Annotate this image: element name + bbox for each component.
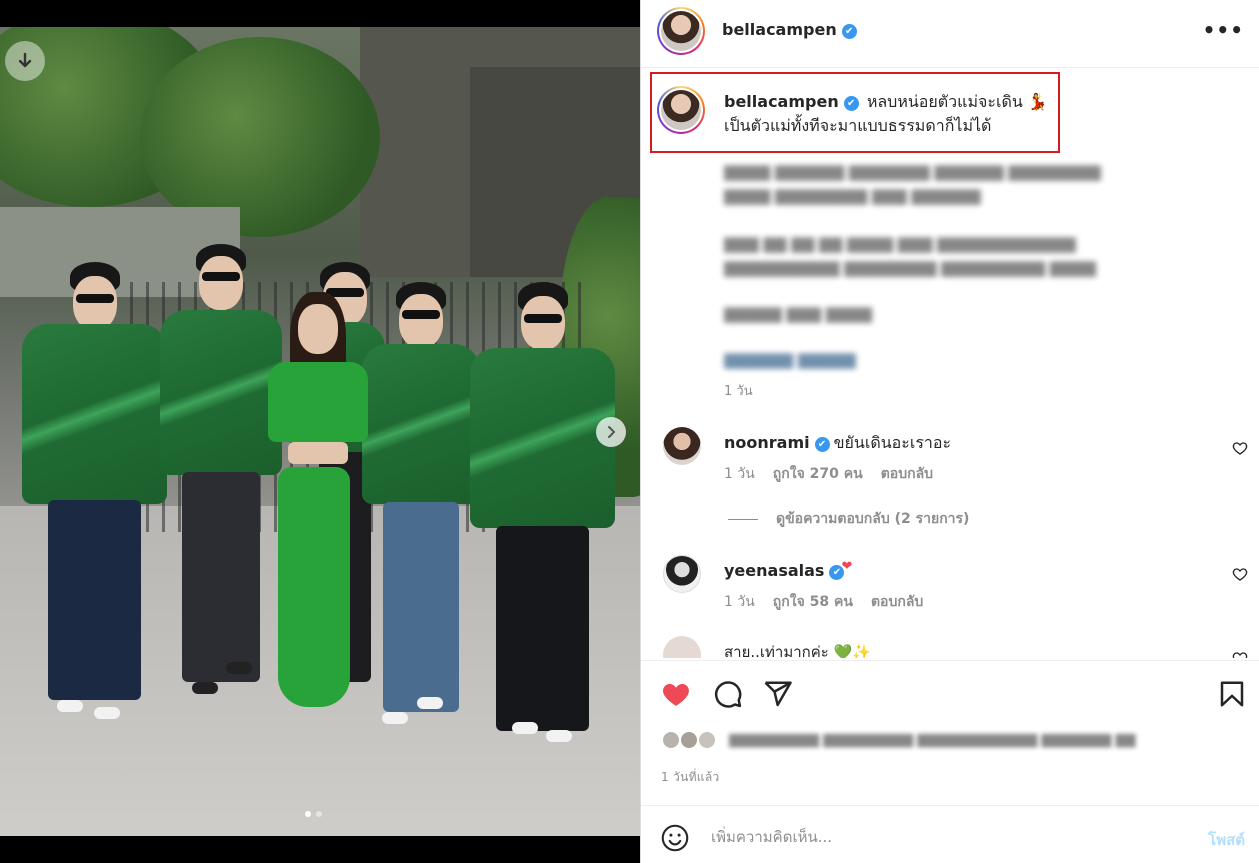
media-panel bbox=[0, 0, 640, 863]
caption-line-2: เป็นตัวแม่ทั้งทีจะมาแบบธรรมดาก็ไม่ได้ bbox=[724, 116, 992, 135]
caption-author-avatar[interactable] bbox=[657, 86, 705, 134]
post-photo[interactable] bbox=[0, 27, 640, 836]
comment-icon[interactable] bbox=[713, 679, 743, 709]
chevron-right-icon bbox=[608, 426, 615, 438]
liker-avatar bbox=[697, 730, 717, 750]
view-replies-label[interactable]: ดูข้อความตอบกลับ (2 รายการ) bbox=[776, 508, 969, 530]
caption-hashtags[interactable]: ▇▇▇▇▇▇ ▇▇▇▇▇ bbox=[724, 348, 924, 372]
emoji-icon[interactable] bbox=[661, 824, 689, 852]
liker-avatar bbox=[661, 730, 681, 750]
post-comment-button[interactable]: โพสต์ bbox=[1208, 828, 1245, 852]
comment-partial-text: สาย..เท่ามากค่ะ 💚✨ bbox=[724, 640, 871, 658]
comment-avatar[interactable] bbox=[663, 427, 701, 465]
comment-like-heart-icon[interactable] bbox=[1232, 440, 1248, 456]
carousel-dot-1 bbox=[305, 811, 311, 817]
caption-blurred-text-3: ▇▇▇▇▇ ▇▇▇ ▇▇▇▇ bbox=[724, 305, 872, 323]
caption-username[interactable]: bellacampen bbox=[724, 92, 839, 111]
comment-likes[interactable]: ถูกใจ 58 คน bbox=[773, 591, 853, 613]
comment-like-heart-icon[interactable] bbox=[1232, 566, 1248, 582]
caption-blurred-text: ▇▇▇▇ ▇▇▇▇▇▇ ▇▇▇▇▇▇▇ ▇▇▇▇▇▇ ▇▇▇▇▇▇▇▇ ▇▇▇▇ … bbox=[724, 163, 1101, 205]
caption-timestamp: 1 วัน bbox=[724, 384, 753, 399]
post-header: bellacampen ✔ ••• bbox=[641, 0, 1259, 68]
comment-reply-button[interactable]: ตอบกลับ bbox=[871, 591, 923, 613]
like-button-heart-icon[interactable] bbox=[661, 679, 691, 709]
caption-blurred-text-2: ▇▇▇ ▇▇ ▇▇ ▇▇ ▇▇▇▇ ▇▇▇ ▇▇▇▇▇▇▇▇▇▇▇▇ ▇▇▇▇▇▇… bbox=[724, 235, 1096, 277]
caption-verified-badge-icon: ✔ bbox=[843, 96, 859, 111]
comment-username-text[interactable]: noonrami bbox=[724, 433, 810, 452]
comment-meta: 1 วัน ถูกใจ 270 คน ตอบกลับ bbox=[724, 463, 933, 485]
comment-time[interactable]: 1 วัน bbox=[724, 591, 755, 613]
caption: bellacampen ✔ หลบหน่อยตัวแม่จะเดิน 💃 เป็น… bbox=[724, 90, 1054, 138]
carousel-indicator bbox=[305, 811, 322, 817]
author-username-text[interactable]: bellacampen bbox=[722, 20, 837, 39]
next-slide-button[interactable] bbox=[596, 417, 626, 447]
author-avatar[interactable] bbox=[657, 7, 705, 55]
comment-text: สาย..เท่ามากค่ะ 💚✨ bbox=[724, 643, 871, 658]
view-replies-divider bbox=[728, 518, 758, 520]
likes-summary-blurred: ▇▇▇▇▇▇▇▇▇ ▇▇▇▇▇▇▇▇▇ ▇▇▇▇▇▇▇▇▇▇▇▇ ▇▇▇▇▇▇▇… bbox=[729, 732, 1136, 748]
comment-meta: 1 วัน ถูกใจ 58 คน ตอบกลับ bbox=[724, 591, 923, 613]
post-timestamp[interactable]: 1 วันที่แล้ว bbox=[661, 768, 720, 787]
liker-avatar bbox=[679, 730, 699, 750]
carousel-dot-2 bbox=[316, 811, 322, 817]
likes-summary[interactable]: ▇▇▇▇▇▇▇▇▇ ▇▇▇▇▇▇▇▇▇ ▇▇▇▇▇▇▇▇▇▇▇▇ ▇▇▇▇▇▇▇… bbox=[661, 730, 1135, 750]
download-button[interactable] bbox=[5, 41, 45, 81]
comment-text: ขยันเดินอะเราอะ bbox=[833, 433, 952, 452]
add-comment-bar: โพสต์ bbox=[641, 805, 1259, 863]
comment-username[interactable]: noonrami ✔ ขยันเดินอะเราอะ bbox=[724, 431, 951, 456]
comment-like-heart-icon[interactable] bbox=[1232, 650, 1248, 658]
comment-input[interactable] bbox=[711, 822, 1181, 852]
comment-verified-badge-icon: ✔ bbox=[814, 437, 830, 452]
post-details-panel: bellacampen ✔ ••• bellacampen ✔ หลบหน่อยตั… bbox=[640, 0, 1259, 863]
comment-username-text[interactable]: yeenasalas bbox=[724, 561, 824, 580]
bookmark-icon[interactable] bbox=[1217, 679, 1247, 709]
comment-reply-button[interactable]: ตอบกลับ bbox=[881, 463, 933, 485]
comment-avatar[interactable] bbox=[663, 636, 701, 658]
action-bar bbox=[641, 660, 1259, 720]
caption-line-1: หลบหน่อยตัวแม่จะเดิน 💃 bbox=[866, 92, 1048, 111]
comment-likes[interactable]: ถูกใจ 270 คน bbox=[773, 463, 863, 485]
comment-avatar[interactable] bbox=[663, 555, 701, 593]
comment-item-partial: สาย..เท่ามากค่ะ 💚✨ bbox=[641, 630, 1259, 658]
comment-username[interactable]: yeenasalas ✔❤ bbox=[724, 559, 852, 580]
verified-badge-icon: ✔ bbox=[841, 24, 857, 39]
view-replies-button[interactable]: ดูข้อความตอบกลับ (2 รายการ) bbox=[728, 508, 969, 530]
share-icon[interactable] bbox=[763, 679, 793, 709]
heart-badge-icon: ❤ bbox=[841, 559, 853, 574]
download-icon bbox=[18, 52, 32, 68]
author-username[interactable]: bellacampen ✔ bbox=[722, 20, 857, 39]
comment-time[interactable]: 1 วัน bbox=[724, 463, 755, 485]
more-options-button[interactable]: ••• bbox=[1203, 18, 1244, 42]
